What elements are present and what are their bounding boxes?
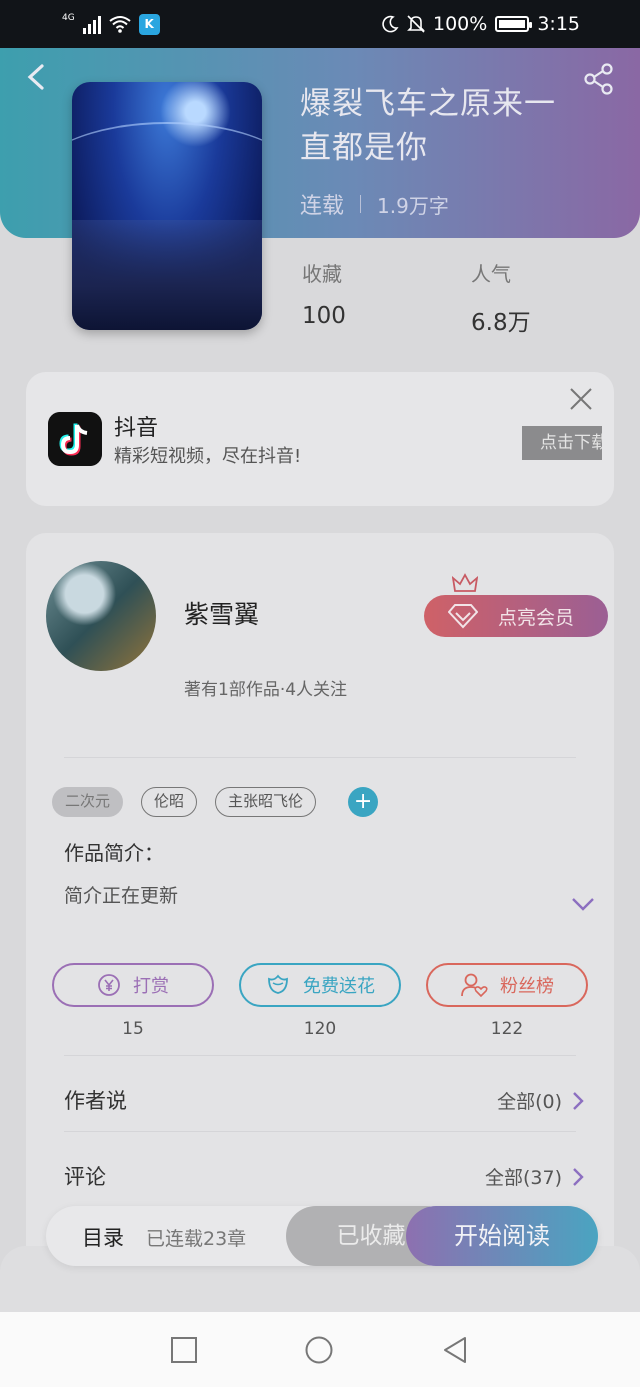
send-flower-button[interactable]: 免费送花 — [239, 963, 401, 1007]
author-name[interactable]: 紫雪翼 — [184, 595, 259, 631]
author-avatar[interactable] — [46, 561, 156, 671]
book-title: 爆裂飞车之原来一直都是你 — [300, 86, 556, 166]
ad-download-button[interactable]: 点击下载 — [522, 426, 602, 460]
stat-collect: 收藏 100 — [302, 258, 346, 329]
author-notes-count: 全部(0) — [497, 1091, 562, 1113]
back-arrow-icon[interactable] — [24, 62, 48, 92]
tag-item[interactable]: 伦昭 — [141, 787, 198, 817]
stat-label: 人气 — [471, 262, 511, 286]
user-heart-icon — [461, 973, 488, 998]
book-meta: 连载 1.9万字 — [300, 188, 449, 220]
book-detail-card: 紫雪翼 点亮会员 著有1部作品·4人关注 二次元 伦昭 主张昭飞伦 + 作品简介… — [26, 533, 614, 1293]
author-meta: 著有1部作品·4人关注 — [184, 680, 348, 700]
fan-ranking-label: 粉丝榜 — [500, 976, 554, 997]
mute-icon — [407, 15, 425, 33]
flower-icon — [268, 974, 288, 994]
tag-item[interactable]: 主张昭飞伦 — [215, 787, 317, 817]
vip-membership-button[interactable]: 点亮会员 — [424, 595, 608, 637]
toc-button[interactable]: 目录 — [82, 1222, 124, 1252]
ad-card[interactable]: 抖音 精彩短视频，尽在抖音! 点击下载 — [26, 372, 614, 506]
author-notes-link[interactable]: 全部(0) — [497, 1087, 584, 1114]
author-notes-title: 作者说 — [64, 1089, 127, 1113]
battery-percent: 100% — [433, 13, 488, 35]
book-word-count: 1.9万字 — [377, 193, 449, 218]
chevron-right-icon — [573, 1167, 584, 1186]
bottom-action-bar: 目录 已连载23章 已收藏 开始阅读 — [46, 1206, 598, 1266]
yen-coin-icon — [98, 974, 120, 996]
comments-link[interactable]: 全部(37) — [485, 1163, 584, 1190]
start-reading-button[interactable]: 开始阅读 — [406, 1206, 598, 1266]
divider — [64, 1055, 576, 1056]
tiktok-logo-icon — [48, 412, 102, 466]
app-k-icon: K — [138, 13, 160, 35]
intro-title: 作品简介： — [64, 841, 164, 865]
recents-square-icon[interactable] — [170, 1336, 198, 1364]
add-tag-button[interactable]: + — [348, 787, 379, 817]
fan-ranking-button[interactable]: 粉丝榜 — [426, 963, 588, 1007]
stat-value: 6.8万 — [471, 310, 531, 336]
intro-text: 简介正在更新 — [64, 885, 179, 907]
chevron-down-icon[interactable] — [570, 895, 596, 913]
ad-description: 精彩短视频，尽在抖音! — [114, 446, 302, 467]
clock-time: 3:15 — [537, 13, 580, 35]
diamond-icon — [448, 604, 478, 629]
stat-value: 100 — [302, 303, 346, 329]
battery-icon — [495, 16, 533, 32]
moon-icon — [382, 15, 399, 33]
ad-app-name: 抖音 — [114, 416, 159, 441]
status-bar: 4G K 100% 3:15 — [0, 0, 640, 48]
flower-count: 120 — [303, 1019, 337, 1039]
signal-icon — [82, 14, 101, 34]
comments-count: 全部(37) — [484, 1167, 562, 1189]
crown-icon — [452, 573, 478, 592]
divider — [64, 757, 576, 758]
tag-list: 二次元 伦昭 主张昭飞伦 + — [52, 787, 379, 817]
comments-title: 评论 — [64, 1165, 106, 1189]
stat-popularity: 人气 6.8万 — [471, 258, 531, 337]
home-circle-icon[interactable] — [305, 1336, 333, 1364]
divider — [64, 1131, 576, 1132]
reward-button[interactable]: 打赏 — [52, 963, 214, 1007]
chevron-right-icon — [573, 1091, 584, 1110]
wifi-icon — [109, 16, 131, 33]
share-icon[interactable] — [582, 62, 616, 96]
vip-button-label: 点亮会员 — [498, 606, 575, 629]
stat-label: 收藏 — [302, 262, 342, 286]
reward-label: 打赏 — [133, 976, 169, 997]
network-type: 4G — [62, 13, 75, 23]
back-triangle-icon[interactable] — [441, 1336, 469, 1364]
system-nav-bar — [0, 1312, 640, 1387]
book-cover-image[interactable] — [72, 82, 262, 330]
chapter-count: 已连载23章 — [146, 1228, 247, 1250]
fan-count: 122 — [490, 1019, 524, 1039]
close-icon[interactable] — [566, 384, 596, 414]
tag-item[interactable]: 二次元 — [52, 787, 124, 817]
send-flower-label: 免费送花 — [303, 976, 375, 997]
reward-count: 15 — [122, 1019, 144, 1039]
book-status: 连载 — [300, 194, 345, 219]
